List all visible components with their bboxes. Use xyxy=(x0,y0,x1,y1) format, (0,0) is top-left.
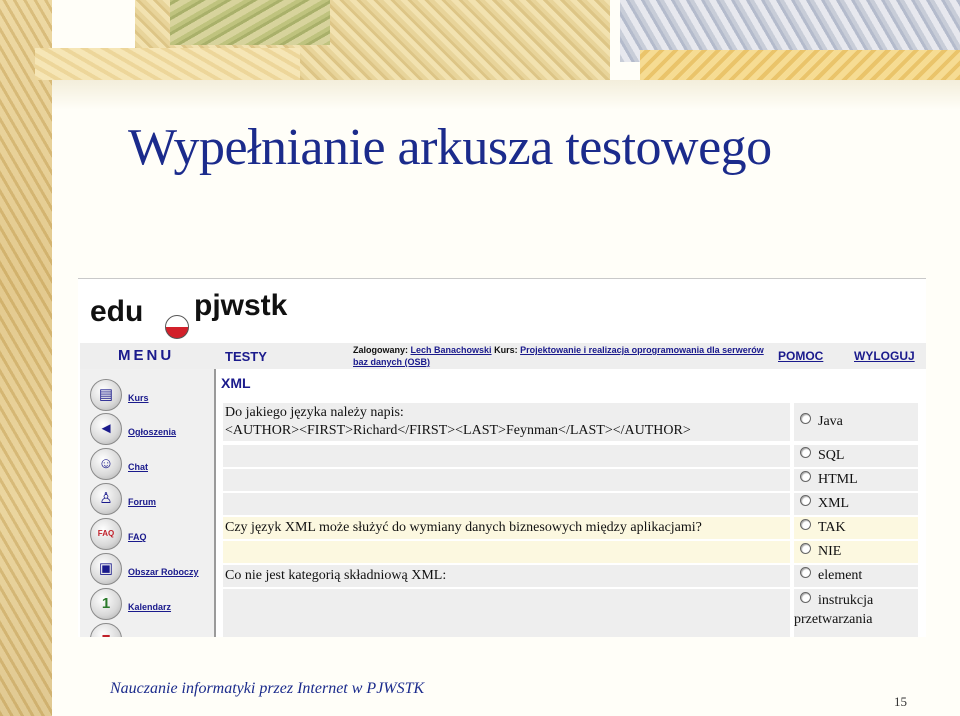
option-nie[interactable]: NIE xyxy=(794,541,918,563)
people-icon: ♙ xyxy=(90,483,122,515)
calendar-icon: 1 xyxy=(90,588,122,620)
logo-flag-icon xyxy=(165,315,189,339)
section-label: TESTY xyxy=(225,349,267,364)
sidebar-item-obszar-roboczy[interactable]: ▣ Obszar Roboczy xyxy=(90,553,214,587)
sidebar-item-label[interactable]: Kurs xyxy=(128,393,149,403)
decorative-fade xyxy=(52,80,960,110)
radio-button[interactable] xyxy=(800,543,811,554)
megaphone-icon: ◄ xyxy=(90,413,122,445)
sidebar-item-label[interactable]: Obszar Roboczy xyxy=(128,567,199,577)
option-html[interactable]: HTML xyxy=(794,469,918,491)
test-content: XML Do jakiego języka należy napis: <AUT… xyxy=(216,369,926,637)
sidebar-item-kalendarz[interactable]: 1 Kalendarz xyxy=(90,588,214,622)
question-3-spacer xyxy=(223,589,790,637)
question-2-spacer xyxy=(223,541,790,563)
app-screenshot: edu pjwstk MENU TESTY Zalogowany: Lech B… xyxy=(78,278,926,637)
sidebar-item-kurs[interactable]: ▤ Kurs xyxy=(90,379,214,413)
faces-icon: ☺ xyxy=(90,448,122,480)
menu-label: MENU xyxy=(118,347,175,364)
option-xml[interactable]: XML xyxy=(794,493,918,515)
option-instrukcja-przetwarzania[interactable]: instrukcja przetwarzania xyxy=(794,589,918,637)
login-info: Zalogowany: Lech Banachowski Kurs: Proje… xyxy=(353,344,773,368)
radio-button[interactable] xyxy=(800,567,811,578)
radio-button[interactable] xyxy=(800,519,811,530)
option-sql[interactable]: SQL xyxy=(794,445,918,467)
network-icon: ▤ xyxy=(90,379,122,411)
question-1-line-1: Do jakiego języka należy napis: xyxy=(225,405,404,420)
logout-link[interactable]: WYLOGUJ xyxy=(854,349,915,363)
sidebar-item-label[interactable]: Kalendarz xyxy=(128,602,171,612)
top-navigation-bar: MENU TESTY Zalogowany: Lech Banachowski … xyxy=(80,343,926,369)
page-number: 15 xyxy=(894,694,907,709)
option-java[interactable]: Java xyxy=(794,403,918,441)
question-1-spacer xyxy=(223,493,790,515)
decorative-left-strip xyxy=(0,0,52,716)
question-1-spacer xyxy=(223,469,790,491)
question-1-spacer xyxy=(223,445,790,467)
option-tak[interactable]: TAK xyxy=(794,517,918,539)
radio-button[interactable] xyxy=(800,495,811,506)
radio-button[interactable] xyxy=(800,447,811,458)
sidebar-item-book[interactable]: ■ xyxy=(90,623,214,637)
sidebar-item-label[interactable]: Forum xyxy=(128,497,156,507)
sidebar-item-forum[interactable]: ♙ Forum xyxy=(90,483,214,517)
question-2-text: Czy język XML może służyć do wymiany dan… xyxy=(225,520,702,535)
question-1: Do jakiego języka należy napis: <AUTHOR>… xyxy=(223,403,790,441)
question-2: Czy język XML może służyć do wymiany dan… xyxy=(223,517,790,539)
sidebar: ▤ Kurs ◄ Ogłoszenia ☺ Chat ♙ Forum FAQ F… xyxy=(80,369,216,637)
radio-button[interactable] xyxy=(800,471,811,482)
sidebar-item-label[interactable]: Chat xyxy=(128,462,148,472)
option-element[interactable]: element xyxy=(794,565,918,587)
sidebar-item-chat[interactable]: ☺ Chat xyxy=(90,448,214,482)
floppy-icon: ▣ xyxy=(90,553,122,585)
sidebar-item-label[interactable]: Ogłoszenia xyxy=(128,427,176,437)
radio-button[interactable] xyxy=(800,413,811,424)
sidebar-item-faq[interactable]: FAQ FAQ xyxy=(90,518,214,552)
decorative-band xyxy=(640,50,960,80)
course-prefix: Kurs: xyxy=(494,345,518,355)
help-link[interactable]: POMOC xyxy=(778,349,823,363)
slide-title: Wypełnianie arkusza testowego xyxy=(128,119,772,176)
sidebar-item-ogloszenia[interactable]: ◄ Ogłoszenia xyxy=(90,413,214,447)
radio-button[interactable] xyxy=(800,592,811,603)
logo-text-edu: edu xyxy=(90,295,144,328)
sidebar-item-label[interactable]: FAQ xyxy=(128,532,147,542)
logo-text-pjwstk: pjwstk xyxy=(194,289,288,322)
question-3-text: Co nie jest kategorią składniową XML: xyxy=(225,568,447,583)
decorative-band xyxy=(170,0,330,45)
slide-footer: Nauczanie informatyki przez Internet w P… xyxy=(110,680,425,697)
faq-icon: FAQ xyxy=(90,518,122,550)
login-prefix: Zalogowany: xyxy=(353,345,409,355)
content-title: XML xyxy=(221,375,251,391)
question-1-line-2: <AUTHOR><FIRST>Richard</FIRST><LAST>Feyn… xyxy=(225,423,691,438)
decorative-band xyxy=(35,48,300,80)
book-icon: ■ xyxy=(90,623,122,637)
user-name-link[interactable]: Lech Banachowski xyxy=(411,345,492,355)
question-3: Co nie jest kategorią składniową XML: xyxy=(223,565,790,587)
